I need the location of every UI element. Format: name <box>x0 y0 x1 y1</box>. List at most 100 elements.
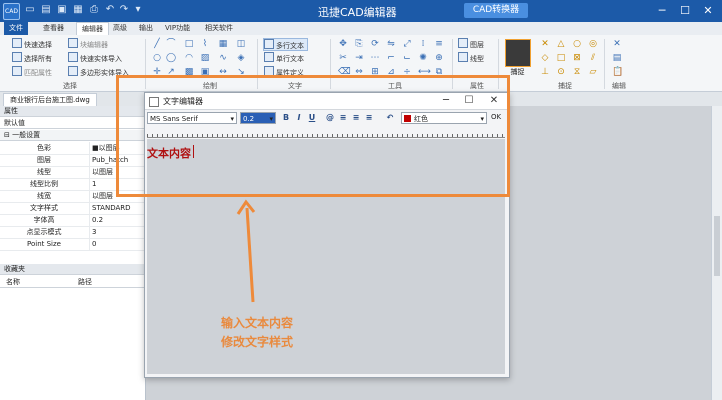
match-properties-label: 匹配属性 <box>24 69 52 77</box>
dropdown-icon[interactable]: ▾ <box>132 4 144 16</box>
offset-icon[interactable]: ≡ <box>434 39 444 49</box>
circle-icon[interactable]: ○ <box>152 53 162 63</box>
array-icon[interactable]: ⁞ <box>418 39 428 49</box>
property-key: 文字样式 <box>30 204 58 212</box>
save-as-icon[interactable]: ▦ <box>72 4 84 16</box>
snap-parallel-icon[interactable]: ⫽ <box>588 53 598 63</box>
trim-icon[interactable]: ✂ <box>338 53 348 63</box>
annotation-text-2: 修改文字样式 <box>221 335 294 349</box>
join-icon[interactable]: ⊕ <box>434 53 444 63</box>
ellipse-icon[interactable]: ◯ <box>166 53 176 63</box>
snap-intersection-icon[interactable]: ⊠ <box>572 53 582 63</box>
property-row[interactable]: Point Size 0 <box>0 238 145 251</box>
app-logo: CAD <box>3 3 20 20</box>
properties-icon[interactable]: ▤ <box>612 53 622 63</box>
tab-file[interactable]: 文件 <box>4 22 28 35</box>
snap-extension-icon[interactable]: ◎ <box>588 39 598 49</box>
snap-midpoint-icon[interactable]: △ <box>556 39 566 49</box>
collapse-icon: ⊟ <box>4 131 10 139</box>
property-value[interactable]: 0 <box>89 238 148 250</box>
quick-select-button[interactable]: 快速选择 <box>12 38 52 49</box>
minimize-icon[interactable]: ─ <box>653 3 671 19</box>
select-group-label: 选择 <box>63 82 77 90</box>
fillet-icon[interactable]: ⌐ <box>386 53 396 63</box>
multiline-text-button[interactable]: 多行文本 <box>263 38 308 51</box>
block-editor-label: 块编辑器 <box>80 41 108 49</box>
layer-icon <box>458 38 468 48</box>
maximize-icon[interactable]: ☐ <box>676 3 694 19</box>
favorites-col-path[interactable]: 路径 <box>78 277 92 287</box>
spline-icon[interactable]: ∿ <box>218 53 228 63</box>
break-icon[interactable]: ⋯ <box>370 53 380 63</box>
linetype-button[interactable]: 线型 <box>458 52 484 63</box>
layer-button[interactable]: 图层 <box>458 38 484 49</box>
block-editor-button[interactable]: 块编辑器 <box>68 38 108 49</box>
tab-related-software[interactable]: 相关软件 <box>200 22 238 35</box>
snap-nearest-icon[interactable]: ⧖ <box>572 67 582 77</box>
undo-icon[interactable]: ↶ <box>104 4 116 16</box>
arc-icon[interactable]: ◠ <box>184 53 194 63</box>
property-value[interactable]: 0.2 <box>89 214 148 226</box>
tab-editor[interactable]: 编辑器 <box>76 22 109 36</box>
quick-entity-import-button[interactable]: 快速实体导入 <box>68 52 122 63</box>
favorites-header: 收藏夹 <box>0 264 145 275</box>
scrollbar-thumb[interactable] <box>714 216 720 276</box>
table-icon[interactable]: ▦ <box>218 39 228 49</box>
document-tab[interactable]: 商业银行后台施工图.dwg <box>3 93 97 106</box>
polygon-import-icon <box>68 66 78 76</box>
chamfer-icon[interactable]: ⌙ <box>402 53 412 63</box>
snap-tangent-icon[interactable]: ⊙ <box>556 67 566 77</box>
match-properties-button[interactable]: 匹配属性 <box>12 66 52 77</box>
tab-viewer[interactable]: 查看器 <box>38 22 69 35</box>
redo-icon[interactable]: ↷ <box>118 4 130 16</box>
property-value[interactable]: 3 <box>89 226 148 238</box>
select-all-button[interactable]: 选择所有 <box>12 52 52 63</box>
zigzag-icon[interactable]: ⌇ <box>200 39 210 49</box>
line-icon[interactable]: ╱ <box>152 39 162 49</box>
favorites-col-name[interactable]: 名称 <box>6 277 20 287</box>
property-key: 图层 <box>37 156 51 164</box>
new-file-icon[interactable]: ▭ <box>24 4 36 16</box>
single-line-text-button[interactable]: 单行文本 <box>264 52 304 63</box>
snap-center-icon[interactable]: ○ <box>572 39 582 49</box>
tab-advanced[interactable]: 高级 <box>108 22 132 35</box>
block-icon[interactable]: ◫ <box>236 39 246 49</box>
snap-perpendicular-icon[interactable]: ⊥ <box>540 67 550 77</box>
snap-node-icon[interactable]: ◇ <box>540 53 550 63</box>
rotate-icon[interactable]: ⟳ <box>370 39 380 49</box>
title-bar: CAD ▭ ▤ ▣ ▦ ⎙ ↶ ↷ ▾ 迅捷CAD编辑器 CAD转换器 ─ ☐ … <box>0 0 722 22</box>
print-icon[interactable]: ⎙ <box>88 4 100 16</box>
copy-icon[interactable]: ⎘ <box>354 39 364 49</box>
extend-icon[interactable]: ⇥ <box>354 53 364 63</box>
snap-insert-icon[interactable]: ▱ <box>588 67 598 77</box>
paste-icon[interactable]: 📋 <box>612 67 623 77</box>
tab-vip[interactable]: VIP功能 <box>160 22 195 35</box>
polyline-icon[interactable]: ⌒ <box>166 39 176 49</box>
mirror-icon[interactable]: ⇋ <box>386 39 396 49</box>
linetype-label: 线型 <box>470 55 484 63</box>
open-folder-icon[interactable]: ▤ <box>40 4 52 16</box>
region-icon[interactable]: ◈ <box>236 53 246 63</box>
move-icon[interactable]: ✥ <box>338 39 348 49</box>
property-key: 线宽 <box>37 192 51 200</box>
tab-output[interactable]: 输出 <box>134 22 158 35</box>
capture-button[interactable]: 捕捉 <box>503 39 532 79</box>
annotation-arrow <box>236 199 256 303</box>
delete-icon[interactable]: ✕ <box>612 39 622 49</box>
general-settings-label: 一般设置 <box>12 131 41 139</box>
cad-converter-button[interactable]: CAD转换器 <box>464 3 528 18</box>
annotation-text-1: 输入文本内容 <box>221 316 294 330</box>
edit-group-label: 编辑 <box>612 82 626 90</box>
window-title: 迅捷CAD编辑器 <box>318 6 397 19</box>
save-icon[interactable]: ▣ <box>56 4 68 16</box>
single-line-text-icon <box>264 52 274 62</box>
rectangle-icon[interactable]: □ <box>184 39 194 49</box>
hatch-icon[interactable]: ▨ <box>200 53 210 63</box>
snap-quadrant-icon[interactable]: □ <box>556 53 566 63</box>
snap-endpoint-icon[interactable]: ✕ <box>540 39 550 49</box>
scale-icon[interactable]: ⤢ <box>402 39 412 49</box>
property-value[interactable]: STANDARD <box>89 202 148 214</box>
vertical-scrollbar[interactable] <box>711 106 722 400</box>
explode-icon[interactable]: ✺ <box>418 53 428 63</box>
close-icon[interactable]: ✕ <box>699 3 717 19</box>
